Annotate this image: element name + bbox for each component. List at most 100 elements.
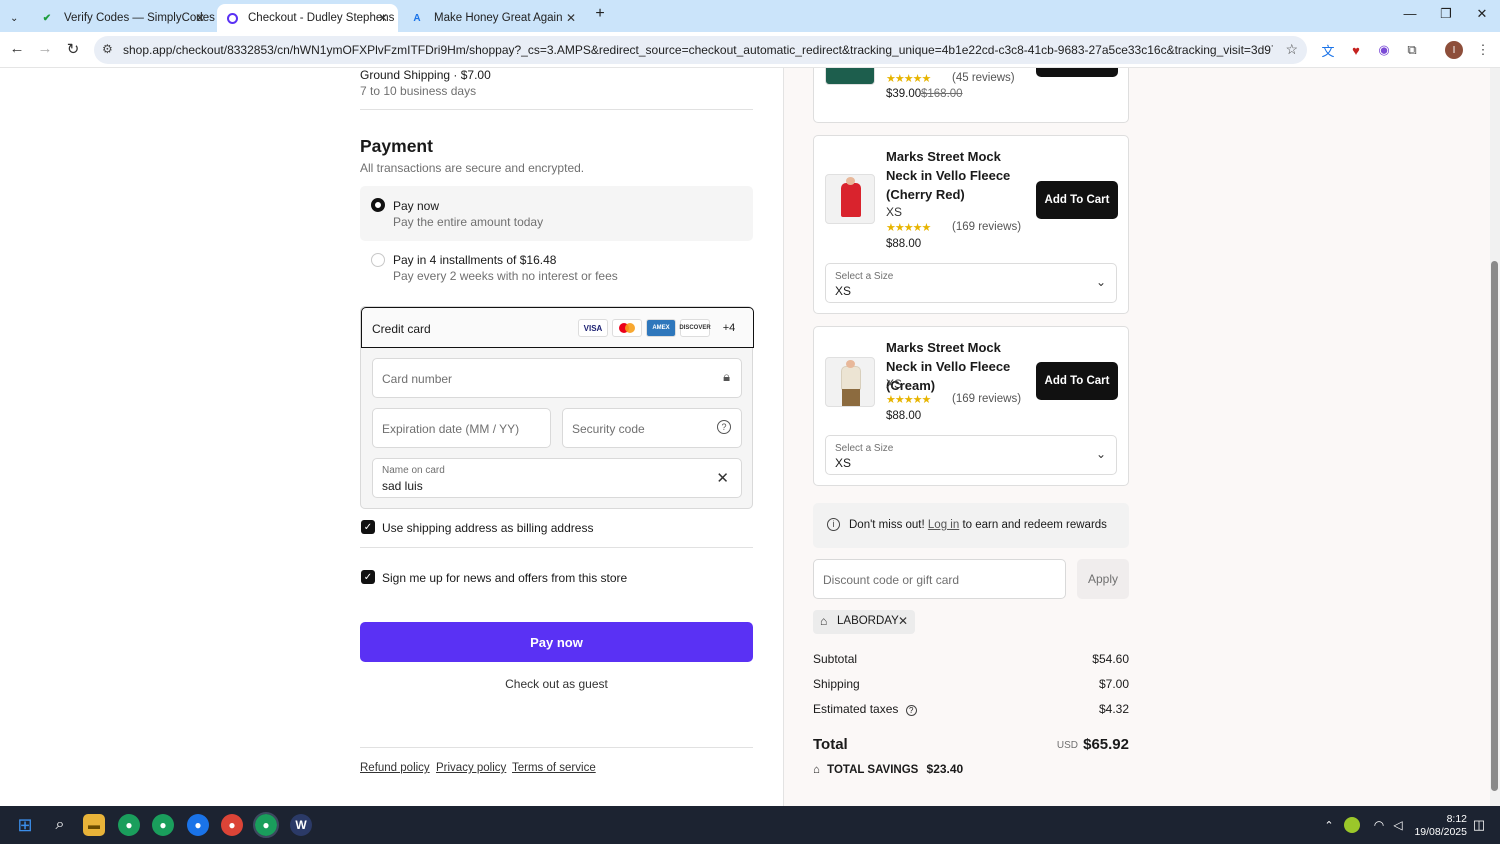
file-explorer-icon[interactable]: ▬ <box>83 814 105 836</box>
scrollbar-thumb[interactable] <box>1491 261 1498 791</box>
visa-icon: VISA <box>578 319 608 337</box>
billing-checkbox[interactable]: ✓ <box>361 520 375 534</box>
translate-icon: A <box>413 12 421 24</box>
reload-icon[interactable]: ↻ <box>63 40 83 58</box>
avatar[interactable]: I <box>1445 41 1463 59</box>
chevron-down-icon: ⌄ <box>1095 447 1106 461</box>
restore-icon[interactable]: ❐ <box>1436 6 1456 22</box>
chevron-down-icon: ⌄ <box>10 12 19 24</box>
close-icon[interactable]: ✕ <box>378 11 388 25</box>
size-select[interactable]: Select a Size XS ⌄ <box>825 263 1117 303</box>
amex-icon: AMEX <box>646 319 676 337</box>
news-checkbox[interactable]: ✓ <box>361 570 375 584</box>
chrome-icon[interactable]: ● <box>253 812 279 838</box>
remove-code-icon[interactable]: ✕ <box>898 614 908 628</box>
privacy-policy-link[interactable]: Privacy policy <box>436 762 506 774</box>
star-icon[interactable]: ☆ <box>1285 41 1298 58</box>
search-icon[interactable]: ⌕ <box>49 814 71 836</box>
clock[interactable]: 8:12 19/08/2025 <box>1410 813 1467 839</box>
url-bar[interactable]: ⚙ shop.app/checkout/8332853/cn/hWN1ymOFX… <box>94 36 1307 64</box>
help-icon[interactable]: ? <box>905 705 917 716</box>
chrome-icon[interactable]: ● <box>118 814 140 836</box>
credit-card-option[interactable]: Credit card VISA AMEX DISCOVER +4 <box>361 307 754 348</box>
chrome-icon[interactable]: ● <box>187 814 209 836</box>
pay-now-option[interactable]: Pay now Pay the entire amount today <box>360 186 753 241</box>
minimize-icon[interactable]: — <box>1400 6 1420 21</box>
guest-link[interactable]: Check out as guest <box>360 677 753 691</box>
rating-stars: ★★★★★ <box>886 73 931 85</box>
credit-card-section: Credit card VISA AMEX DISCOVER +4 Card n… <box>360 306 754 509</box>
chevron-up-icon[interactable]: ⌃ <box>1318 814 1340 836</box>
new-tab-icon[interactable]: + <box>590 5 610 23</box>
shipping-row: Shipping $7.00 <box>813 677 1129 691</box>
add-to-cart-button[interactable]: Add To Cart <box>1036 362 1118 400</box>
checkout-page: Ground Shipping · $7.00 7 to 10 business… <box>0 68 1500 806</box>
lock-icon: 🔒︎ <box>723 369 730 384</box>
tag-icon: ⌂ <box>820 614 828 628</box>
chrome-icon[interactable]: ● <box>152 814 174 836</box>
taskbar: ⊞ ⌕ ▬ ● ● ● ● ● W ⌃ ◠ ◁ 8:12 19/08/2025 … <box>0 806 1500 844</box>
notification-icon[interactable]: ◫ <box>1468 814 1490 836</box>
total-row: Total USD $65.92 <box>813 736 1129 753</box>
name-on-card-input[interactable]: Name on card sad luis ✕ <box>372 458 742 498</box>
pay-now-radio[interactable] <box>371 198 385 212</box>
app-w-icon[interactable]: W <box>290 814 312 836</box>
divider <box>360 109 753 110</box>
add-to-cart-button[interactable] <box>1036 68 1118 77</box>
taxes-row: Estimated taxes ? $4.32 <box>813 702 1129 716</box>
assistant-ext-icon[interactable]: ◉ <box>1375 41 1393 59</box>
news-checkbox-label: Sign me up for news and offers from this… <box>382 571 628 585</box>
clear-icon[interactable]: ✕ <box>716 469 729 487</box>
forward-icon[interactable]: → <box>35 40 55 57</box>
expiration-input[interactable]: Expiration date (MM / YY) <box>372 408 551 448</box>
windows-start-icon[interactable]: ⊞ <box>14 814 36 836</box>
back-icon[interactable]: ← <box>7 40 27 57</box>
close-window-icon[interactable]: ✕ <box>1472 6 1492 22</box>
divider <box>360 547 753 548</box>
rating-stars: ★★★★★ <box>886 394 931 406</box>
refund-policy-link[interactable]: Refund policy <box>360 762 430 774</box>
shipping-time: 7 to 10 business days <box>360 84 477 98</box>
payment-title: Payment <box>360 136 433 156</box>
site-info-icon[interactable]: ⚙ <box>102 42 113 56</box>
close-icon[interactable]: ✕ <box>195 11 205 25</box>
close-icon[interactable]: ✕ <box>566 11 576 25</box>
login-link[interactable]: Log in <box>928 519 959 531</box>
add-to-cart-button[interactable]: Add To Cart <box>1036 181 1118 219</box>
product-image <box>825 68 875 85</box>
shop-icon <box>227 12 238 24</box>
simplycodes-icon: ✔ <box>42 12 52 24</box>
product-image <box>825 357 875 407</box>
security-code-input[interactable]: Security code ? <box>562 408 742 448</box>
tab-checkout[interactable]: Checkout - Dudley Stephens ✕ <box>217 4 398 32</box>
tab-honey[interactable]: A Make Honey Great Again ✕ <box>400 4 586 32</box>
billing-checkbox-label: Use shipping address as billing address <box>382 521 594 535</box>
tab-list-button[interactable]: ⌄ <box>0 4 30 32</box>
rewards-banner: i Don't miss out! Log in to earn and red… <box>813 503 1129 548</box>
address-bar-row: ← → ↻ ⚙ shop.app/checkout/8332853/cn/hWN… <box>0 32 1500 68</box>
size-select[interactable]: Select a Size XS ⌄ <box>825 435 1117 475</box>
extensions-icon[interactable]: ⧉ <box>1403 41 1421 59</box>
subtotal-row: Subtotal $54.60 <box>813 652 1129 666</box>
payment-subtitle: All transactions are secure and encrypte… <box>360 161 585 175</box>
honey-ext-icon[interactable]: ♥ <box>1347 41 1365 59</box>
help-icon[interactable]: ? <box>717 420 731 434</box>
terms-link[interactable]: Terms of service <box>512 762 596 774</box>
apply-button[interactable]: Apply <box>1077 559 1129 599</box>
installments-option[interactable]: Pay in 4 installments of $16.48 Pay ever… <box>360 244 753 294</box>
installments-radio[interactable] <box>371 253 385 267</box>
scrollbar[interactable] <box>1490 68 1500 806</box>
tray-app-icon[interactable] <box>1344 817 1360 833</box>
pay-now-button[interactable]: Pay now <box>360 622 753 662</box>
volume-icon[interactable]: ◁ <box>1387 814 1409 836</box>
card-number-input[interactable]: Card number 🔒︎ <box>372 358 742 398</box>
browser-tab-bar: ⌄ ✔ Verify Codes — SimplyCodes ✕ Checkou… <box>0 0 1500 32</box>
product-image <box>825 174 875 224</box>
chrome-icon[interactable]: ● <box>221 814 243 836</box>
upsell-card-top: S ★★★★★ (45 reviews) $39.00 $168.00 <box>813 68 1129 123</box>
more-cards-badge: +4 <box>722 322 736 334</box>
tab-simplycodes[interactable]: ✔ Verify Codes — SimplyCodes ✕ <box>30 4 215 32</box>
translate-ext-icon[interactable]: 文 <box>1319 41 1337 59</box>
menu-icon[interactable]: ⋮ <box>1474 41 1492 59</box>
discount-input[interactable]: Discount code or gift card <box>813 559 1066 599</box>
